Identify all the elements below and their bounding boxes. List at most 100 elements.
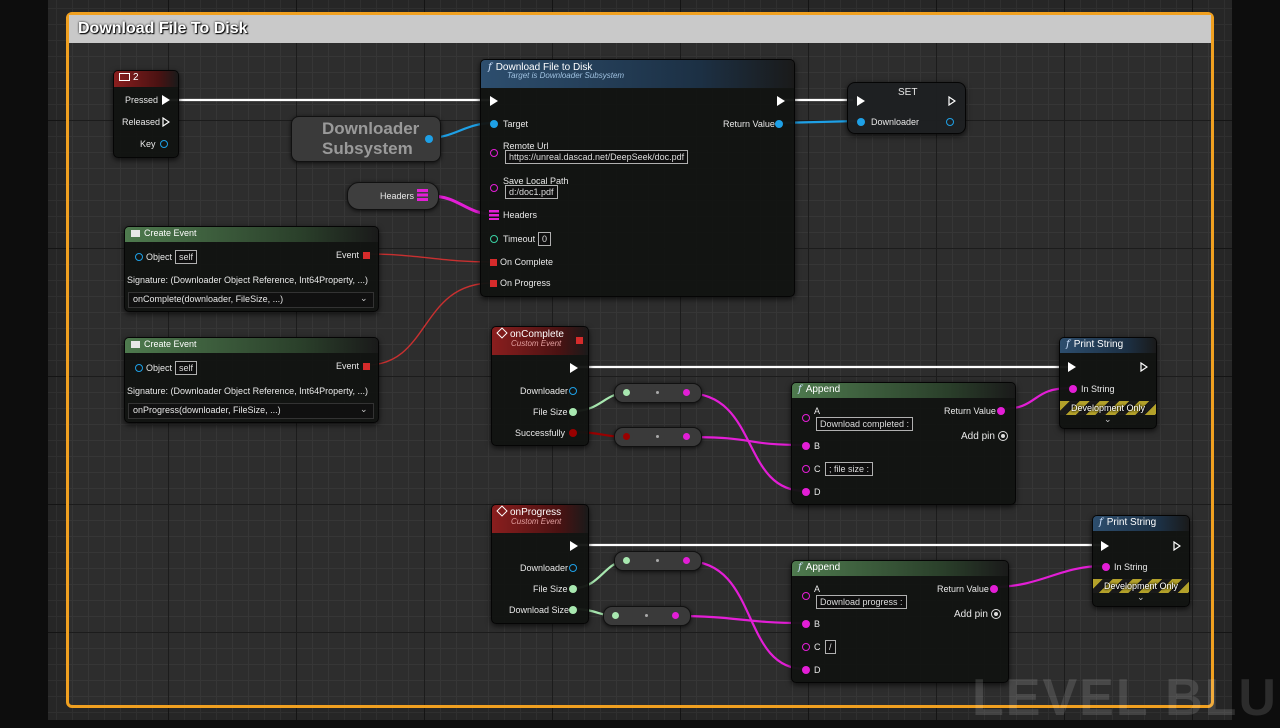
remote-url-pin[interactable]: [490, 149, 498, 157]
append-1-a-pin[interactable]: [802, 414, 810, 422]
append-2-d-pin[interactable]: [802, 666, 810, 674]
conv-4-in-pin[interactable]: [612, 612, 619, 619]
return-value-label: Return Value: [723, 119, 775, 129]
download-exec-in-pin[interactable]: [490, 96, 498, 106]
on-complete-exec-out-pin[interactable]: [570, 363, 578, 373]
append-2-a-pin[interactable]: [802, 592, 810, 600]
array-icon: [417, 189, 428, 201]
headers-variable-node[interactable]: Headers: [347, 182, 439, 210]
append-1-d-pin[interactable]: [802, 488, 810, 496]
add-pin-icon[interactable]: [998, 431, 1008, 441]
released-label: Released: [122, 117, 161, 127]
append-node-2[interactable]: f Append A Download progress : Return Val…: [791, 560, 1009, 683]
keyboard-icon: [119, 73, 130, 82]
headers-array-pin[interactable]: [489, 210, 499, 220]
conv-2-in-pin[interactable]: [623, 433, 630, 440]
conv-1-out-pin[interactable]: [683, 389, 690, 396]
on-progress-exec-out-pin[interactable]: [570, 541, 578, 551]
print-string-2-exec-in-pin[interactable]: [1101, 541, 1109, 551]
on-progress-downloadsize-pin[interactable]: [569, 606, 577, 614]
set-exec-out-pin[interactable]: [948, 96, 956, 106]
append-1-return-pin[interactable]: [997, 407, 1005, 415]
chevron-down-icon[interactable]: ⌄: [1137, 592, 1145, 603]
int64-to-string-node-1[interactable]: [614, 383, 702, 403]
on-progress-delegate-pin[interactable]: [490, 280, 497, 287]
print-string-1-instring-pin[interactable]: [1069, 385, 1077, 393]
conv-2-out-pin[interactable]: [683, 433, 690, 440]
print-string-node-2[interactable]: f Print String In String Development Only…: [1092, 515, 1190, 607]
append-2-c-input[interactable]: /: [825, 640, 836, 654]
create-event-2-signature: Signature: (Downloader Object Reference,…: [127, 386, 368, 396]
downloader-subsystem-line2: Subsystem: [322, 139, 413, 158]
downloader-subsystem-pin[interactable]: [425, 135, 433, 143]
create-event-2-event-pin[interactable]: [363, 363, 370, 370]
create-event-1-dropdown[interactable]: onComplete(downloader, FileSize, ...) ⌄: [128, 292, 374, 308]
append-1-b-pin[interactable]: [802, 442, 810, 450]
on-progress-downloader-pin[interactable]: [569, 564, 577, 572]
on-complete-downloader-pin[interactable]: [569, 387, 577, 395]
create-event-2-object-input[interactable]: self: [175, 361, 198, 375]
append-2-return-pin[interactable]: [990, 585, 998, 593]
create-event-1-object-pin[interactable]: [135, 253, 143, 261]
downloader-subsystem-node[interactable]: Downloader Subsystem: [291, 116, 441, 162]
conv-3-in-pin[interactable]: [623, 557, 630, 564]
append-1-c-input[interactable]: ; file size :: [825, 462, 874, 476]
append-1-b-label: B: [814, 441, 821, 451]
on-complete-delegate-out-pin[interactable]: [576, 337, 583, 344]
on-complete-filesize-pin[interactable]: [569, 408, 577, 416]
print-string-node-1[interactable]: f Print String In String Development Only…: [1059, 337, 1157, 429]
conv-4-out-pin[interactable]: [672, 612, 679, 619]
create-event-1-object-input[interactable]: self: [175, 250, 198, 264]
on-complete-event-node[interactable]: onComplete Custom Event Downloader File …: [491, 326, 589, 446]
timeout-pin[interactable]: [490, 235, 498, 243]
create-event-node-2[interactable]: Create Event Object self Event Signature…: [124, 337, 379, 423]
print-string-1-exec-in-pin[interactable]: [1068, 362, 1076, 372]
key-pin[interactable]: [160, 140, 168, 148]
append-1-a-input[interactable]: Download completed :: [816, 417, 914, 431]
input-key-node[interactable]: 2 Pressed Released Key: [113, 70, 179, 158]
append-node-1[interactable]: f Append A Download completed : Return Va…: [791, 382, 1016, 505]
create-event-1-event-pin[interactable]: [363, 252, 370, 259]
on-complete-successfully-pin[interactable]: [569, 429, 577, 437]
on-progress-filesize-pin[interactable]: [569, 585, 577, 593]
print-string-2-exec-out-pin[interactable]: [1173, 541, 1181, 551]
save-path-input[interactable]: d:/doc1.pdf: [505, 185, 558, 199]
set-node[interactable]: SET Downloader: [847, 82, 966, 134]
int64-to-string-node-3[interactable]: [603, 606, 691, 626]
conv-1-in-pin[interactable]: [623, 389, 630, 396]
print-string-2-instring-label: In String: [1114, 562, 1148, 572]
timeout-input[interactable]: 0: [538, 232, 552, 246]
chevron-down-icon[interactable]: ⌄: [1104, 414, 1112, 425]
create-event-2-object-pin[interactable]: [135, 364, 143, 372]
wire-reroute-1-to-d: [685, 391, 806, 493]
remote-url-input[interactable]: https://unreal.dascad.net/DeepSeek/doc.p…: [505, 150, 689, 164]
int64-to-string-node-2[interactable]: [614, 551, 702, 571]
wire-onprogress-delegate: [366, 282, 493, 366]
set-downloader-in-pin[interactable]: [857, 118, 865, 126]
print-string-1-exec-out-pin[interactable]: [1140, 362, 1148, 372]
create-event-2-dropdown-value: onProgress(downloader, FileSize, ...): [133, 405, 281, 415]
print-string-2-instring-pin[interactable]: [1102, 563, 1110, 571]
append-2-a-input[interactable]: Download progress :: [816, 595, 907, 609]
on-complete-downloader-label: Downloader: [520, 386, 569, 396]
bool-to-string-node[interactable]: [614, 427, 702, 447]
save-path-pin[interactable]: [490, 184, 498, 192]
print-string-1-instring-label: In String: [1081, 384, 1115, 394]
target-pin[interactable]: [490, 120, 498, 128]
set-downloader-out-pin[interactable]: [946, 118, 954, 126]
on-progress-event-node[interactable]: onProgress Custom Event Downloader File …: [491, 504, 589, 624]
create-event-node-1[interactable]: Create Event Object self Event Signature…: [124, 226, 379, 312]
create-event-2-dropdown[interactable]: onProgress(downloader, FileSize, ...) ⌄: [128, 403, 374, 419]
append-2-b-pin[interactable]: [802, 620, 810, 628]
download-file-node[interactable]: f Download File to Disk Target is Downloa…: [480, 59, 795, 297]
append-2-c-pin[interactable]: [802, 643, 810, 651]
add-pin-icon[interactable]: [991, 609, 1001, 619]
append-1-c-pin[interactable]: [802, 465, 810, 473]
pressed-exec-pin[interactable]: [162, 95, 170, 105]
conv-3-out-pin[interactable]: [683, 557, 690, 564]
download-exec-out-pin[interactable]: [777, 96, 785, 106]
released-exec-pin[interactable]: [162, 117, 170, 127]
on-complete-delegate-pin[interactable]: [490, 259, 497, 266]
return-value-pin[interactable]: [775, 120, 783, 128]
set-exec-in-pin[interactable]: [857, 96, 865, 106]
